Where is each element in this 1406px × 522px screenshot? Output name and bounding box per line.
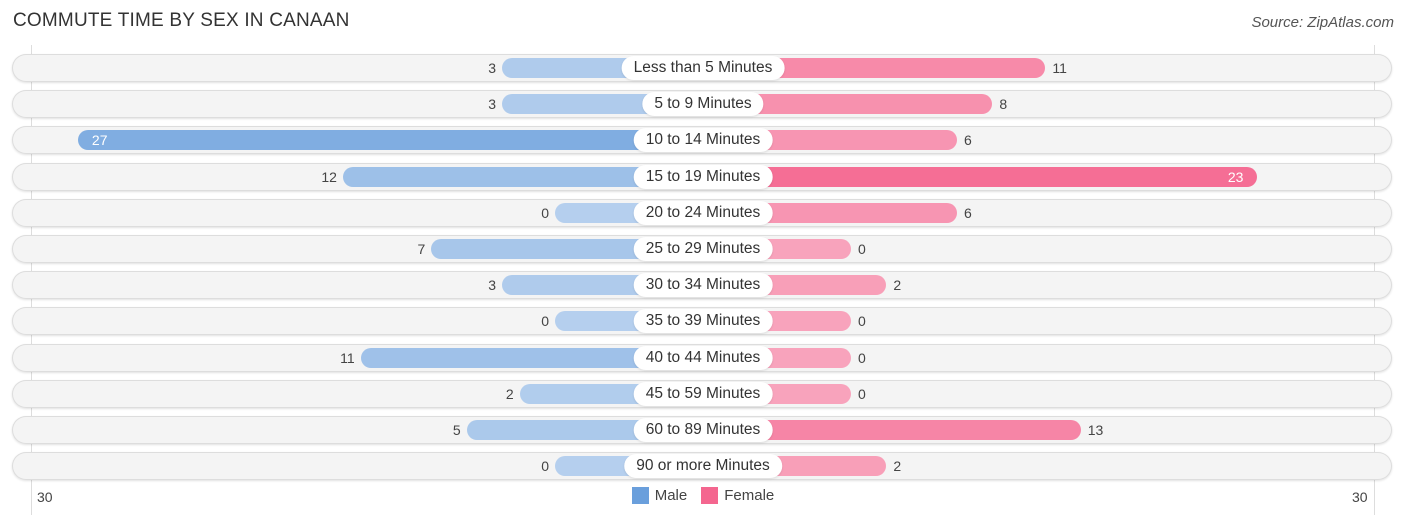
- value-label-male: 3: [488, 96, 496, 113]
- category-label: 10 to 14 Minutes: [633, 128, 773, 153]
- category-label: 30 to 34 Minutes: [633, 273, 773, 298]
- bar-male: [77, 130, 703, 151]
- value-label-female: 0: [858, 385, 866, 402]
- value-label-male: 12: [321, 168, 337, 185]
- legend-item-female: Female: [701, 487, 774, 504]
- category-label: 25 to 29 Minutes: [633, 237, 773, 261]
- value-label-female: 0: [858, 313, 866, 330]
- bar-female: [703, 166, 1258, 187]
- category-label: 5 to 9 Minutes: [642, 92, 764, 117]
- category-label: 60 to 89 Minutes: [633, 418, 773, 442]
- value-label-female: 6: [964, 132, 972, 149]
- value-label-male: 0: [541, 313, 549, 330]
- value-label-female: 0: [858, 349, 866, 366]
- legend-swatch-female: [701, 487, 719, 504]
- category-label: 15 to 19 Minutes: [633, 164, 773, 189]
- category-label: 90 or more Minutes: [624, 454, 782, 479]
- chart-title: COMMUTE TIME BY SEX IN CANAAN: [13, 10, 350, 31]
- value-label-male: 27: [91, 132, 108, 149]
- legend-label-male: Male: [654, 487, 688, 504]
- value-label-male: 3: [488, 277, 496, 294]
- category-label: 20 to 24 Minutes: [633, 200, 773, 225]
- value-label-male: 5: [452, 422, 461, 438]
- legend-item-male: Male: [631, 487, 688, 504]
- value-label-male: 0: [541, 458, 549, 475]
- value-label-female: 13: [1087, 422, 1104, 438]
- value-label-female: 6: [964, 204, 972, 221]
- category-label: 45 to 59 Minutes: [633, 381, 773, 406]
- value-label-male: 2: [505, 385, 514, 402]
- value-label-female: 8: [999, 96, 1008, 113]
- legend-swatch-male: [631, 487, 649, 504]
- value-label-male: 3: [488, 60, 496, 76]
- category-label: Less than 5 Minutes: [621, 56, 785, 80]
- value-label-male: 0: [541, 204, 549, 221]
- value-label-female: 11: [1052, 60, 1067, 76]
- legend: Male Female: [0, 487, 1406, 504]
- category-label: 35 to 39 Minutes: [633, 309, 773, 334]
- chart-source: Source: ZipAtlas.com: [1251, 14, 1394, 31]
- category-label: 40 to 44 Minutes: [633, 345, 773, 370]
- value-label-female: 2: [893, 277, 902, 294]
- value-label-female: 0: [858, 241, 866, 257]
- value-label-male: 11: [340, 349, 355, 366]
- legend-label-female: Female: [724, 487, 775, 504]
- value-label-male: 7: [417, 241, 426, 257]
- value-label-female: 23: [1227, 168, 1244, 185]
- value-label-female: 2: [893, 458, 902, 475]
- chart-root: COMMUTE TIME BY SEX IN CANAAN Source: Zi…: [0, 0, 1406, 522]
